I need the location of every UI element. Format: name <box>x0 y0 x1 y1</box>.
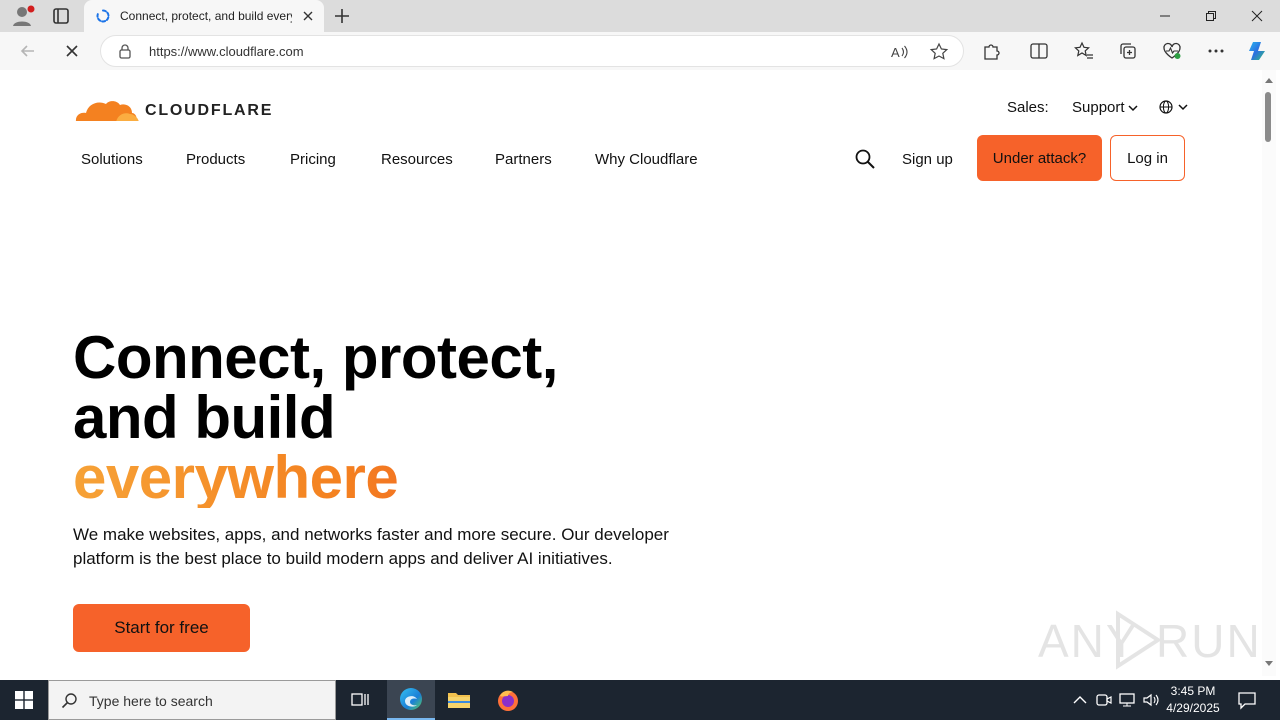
new-tab-icon[interactable] <box>330 4 354 28</box>
watermark-right-text: RUN <box>1156 615 1262 667</box>
heart-pulse-icon[interactable] <box>1162 41 1182 61</box>
close-window-icon[interactable] <box>1234 0 1280 32</box>
hero-line-2: and build <box>73 384 336 451</box>
page-scrollbar[interactable] <box>1262 70 1276 676</box>
tab-actions-icon[interactable] <box>48 4 74 28</box>
lock-icon[interactable] <box>117 43 133 59</box>
signup-link[interactable]: Sign up <box>902 151 953 168</box>
language-menu[interactable] <box>1158 99 1188 115</box>
nav-resources[interactable]: Resources <box>381 151 453 168</box>
support-menu[interactable]: Support <box>1072 99 1138 116</box>
firefox-icon[interactable] <box>484 680 532 720</box>
scroll-down-icon[interactable] <box>1264 660 1274 668</box>
search-icon <box>61 693 77 709</box>
taskbar-search[interactable]: Type here to search <box>48 680 336 720</box>
login-button[interactable]: Log in <box>1110 135 1185 181</box>
file-explorer-icon[interactable] <box>435 680 483 720</box>
start-free-button[interactable]: Start for free <box>73 604 250 652</box>
edge-taskbar-icon[interactable] <box>387 680 435 720</box>
nav-solutions[interactable]: Solutions <box>81 151 143 168</box>
star-icon[interactable] <box>929 42 949 62</box>
clock-date: 4/29/2025 <box>1166 701 1220 715</box>
meet-now-icon[interactable] <box>1094 690 1114 710</box>
active-tab[interactable]: Connect, protect, and build every <box>84 0 324 32</box>
tab-title: Connect, protect, and build every <box>120 9 292 23</box>
nav-pricing[interactable]: Pricing <box>290 151 336 168</box>
loading-spinner-icon <box>96 9 110 23</box>
chevron-up-icon[interactable] <box>1070 690 1090 710</box>
read-aloud-icon[interactable]: A <box>889 42 909 62</box>
notification-icon[interactable] <box>1236 690 1258 710</box>
hero-line-1: Connect, protect, <box>73 324 558 391</box>
task-view-icon[interactable] <box>336 680 384 720</box>
taskbar: Type here to search 3:45 PM 4/29/2025 <box>0 680 1280 720</box>
hero-line-accent: everywhere <box>73 448 558 508</box>
globe-icon <box>1159 100 1173 114</box>
anyrun-watermark: ANY RUN <box>1038 608 1260 672</box>
svg-text:A: A <box>891 45 900 60</box>
nav-products[interactable]: Products <box>186 151 245 168</box>
taskbar-search-placeholder: Type here to search <box>89 693 213 709</box>
sales-link[interactable]: Sales: <box>1007 99 1049 116</box>
copilot-icon[interactable] <box>1246 39 1270 63</box>
search-icon[interactable] <box>854 148 876 170</box>
chevron-down-icon <box>1128 105 1138 112</box>
windows-icon[interactable] <box>0 680 48 720</box>
nav-why-cloudflare[interactable]: Why Cloudflare <box>595 151 698 168</box>
chevron-down-icon <box>1178 104 1188 111</box>
clock-time: 3:45 PM <box>1170 684 1216 698</box>
logo-wordmark: CLOUDFLARE <box>145 102 274 119</box>
split-screen-icon[interactable] <box>1029 41 1049 61</box>
system-clock[interactable]: 3:45 PM 4/29/2025 <box>1160 683 1226 717</box>
hero-subtitle: We make websites, apps, and networks fas… <box>73 525 669 568</box>
back-arrow-icon[interactable] <box>16 39 40 63</box>
cloudflare-logo[interactable]: CLOUDFLARE <box>72 92 287 126</box>
url-text[interactable]: https://www.cloudflare.com <box>149 44 304 59</box>
nav-partners[interactable]: Partners <box>495 151 552 168</box>
volume-icon[interactable] <box>1141 690 1161 710</box>
address-bar[interactable]: https://www.cloudflare.com A <box>100 35 964 67</box>
browser-tab-strip: Connect, protect, and build every <box>0 0 1280 32</box>
profile-icon[interactable] <box>8 4 36 28</box>
support-label: Support <box>1072 99 1125 116</box>
network-icon[interactable] <box>1117 690 1137 710</box>
scroll-thumb[interactable] <box>1265 92 1271 142</box>
close-icon[interactable] <box>300 8 316 24</box>
more-icon[interactable] <box>1206 41 1226 61</box>
browser-toolbar: https://www.cloudflare.com A <box>0 32 1280 70</box>
puzzle-icon[interactable] <box>981 41 1001 61</box>
page-viewport: CLOUDFLARE Sales: Support Solutions Prod… <box>4 70 1262 676</box>
minimize-icon[interactable] <box>1142 0 1188 32</box>
under-attack-button[interactable]: Under attack? <box>977 135 1102 181</box>
scroll-up-icon[interactable] <box>1264 76 1274 84</box>
hero-heading: Connect, protect, and build everywhere <box>73 328 558 508</box>
favorites-icon[interactable] <box>1074 41 1094 61</box>
stop-loading-icon[interactable] <box>60 39 84 63</box>
collections-icon[interactable] <box>1118 41 1138 61</box>
restore-icon[interactable] <box>1188 0 1234 32</box>
